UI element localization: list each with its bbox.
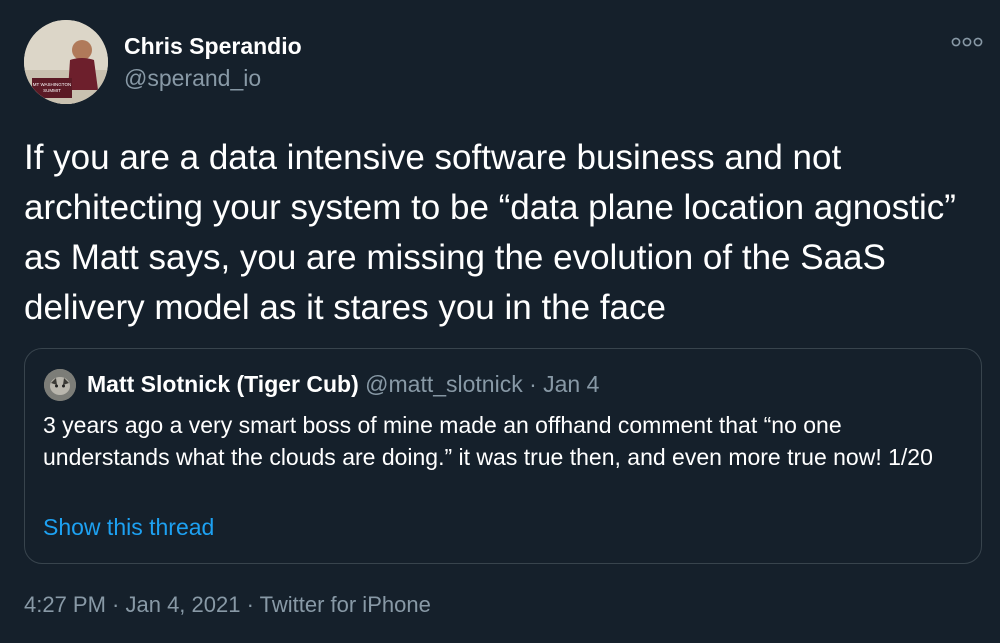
tweet-timestamp-source[interactable]: 4:27 PM · Jan 4, 2021 · Twitter for iPho… [24, 592, 431, 618]
tweet-text: If you are a data intensive software bus… [24, 138, 956, 327]
quoted-author-avatar[interactable] [44, 369, 76, 401]
avatar-photo-icon: MT WASHINGTON SUMMIT [24, 20, 108, 104]
more-horizontal-icon[interactable] [950, 34, 984, 50]
quoted-avatar-photo-icon [44, 369, 76, 401]
quoted-tweet-card[interactable]: Matt Slotnick (Tiger Cub) @matt_slotnick… [24, 348, 982, 564]
quoted-tweet-header: Matt Slotnick (Tiger Cub) @matt_slotnick… [87, 371, 599, 398]
avatar-badge-line-1: MT WASHINGTON [33, 82, 71, 87]
show-thread-link[interactable]: Show this thread [43, 514, 214, 541]
avatar-badge-line-2: SUMMIT [43, 88, 61, 93]
author-avatar[interactable]: MT WASHINGTON SUMMIT [24, 20, 108, 104]
quoted-tweet-text: 3 years ago a very smart boss of mine ma… [43, 412, 933, 470]
author-handle[interactable]: @sperand_io [124, 65, 261, 92]
quoted-author-name[interactable]: Matt Slotnick (Tiger Cub) [87, 371, 359, 397]
tweet-card: MT WASHINGTON SUMMIT Chris Sperandio @sp… [0, 0, 1000, 643]
author-name[interactable]: Chris Sperandio [124, 33, 302, 60]
quoted-author-handle-date: @matt_slotnick · Jan 4 [365, 371, 600, 397]
